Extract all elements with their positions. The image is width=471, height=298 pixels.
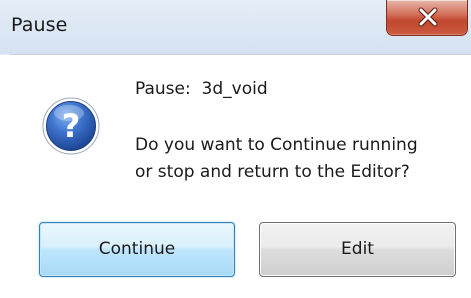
pause-dialog: Pause ? Pause: 3d_void Do you want to Co… (0, 0, 471, 298)
close-button[interactable] (386, 0, 468, 36)
svg-text:?: ? (62, 107, 81, 145)
close-icon (418, 7, 438, 27)
window-title: Pause (11, 14, 68, 36)
message-line: Do you want to Continue running (135, 135, 418, 155)
edit-button[interactable]: Edit (259, 222, 456, 277)
title-bar[interactable]: Pause (0, 0, 471, 55)
question-icon: ? (42, 97, 100, 155)
pause-target-label: Pause: 3d_void (135, 79, 268, 99)
message-line: or stop and return to the Editor? (135, 162, 410, 182)
message-text: Do you want to Continue running or stop … (135, 132, 465, 186)
continue-button[interactable]: Continue (39, 222, 235, 277)
